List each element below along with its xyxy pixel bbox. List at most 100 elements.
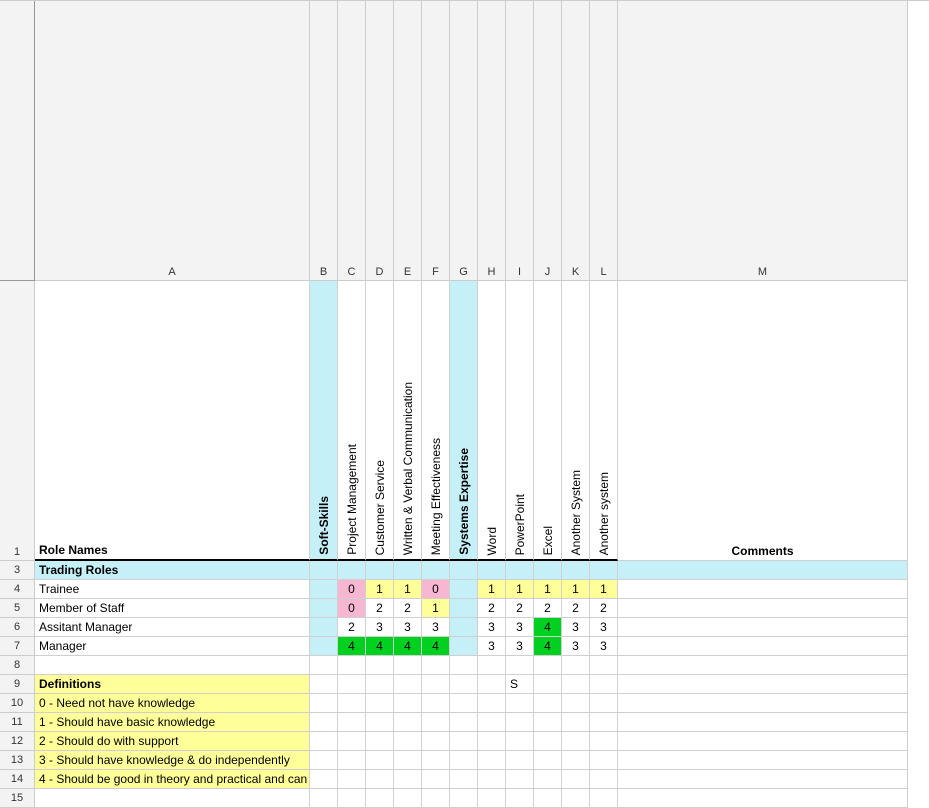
col-L[interactable]: L <box>590 1 618 281</box>
cell-A10[interactable]: 0 - Need not have knowledge <box>35 694 310 713</box>
cell-H6[interactable]: 3 <box>478 618 506 637</box>
cell-E4[interactable]: 1 <box>394 580 422 599</box>
cell-C15[interactable] <box>338 789 366 808</box>
cell-E15[interactable] <box>394 789 422 808</box>
cell-A4[interactable]: Trainee <box>35 580 310 599</box>
cell-A12[interactable]: 2 - Should do with support <box>35 732 310 751</box>
col-B[interactable]: B <box>310 1 338 281</box>
col-G[interactable]: G <box>450 1 478 281</box>
cell-L9[interactable] <box>590 675 618 694</box>
cell-B14[interactable] <box>310 770 338 789</box>
cell-H1[interactable]: Word <box>478 281 506 561</box>
cell-M12[interactable] <box>618 732 908 751</box>
cell-G10[interactable] <box>450 694 478 713</box>
cell-J11[interactable] <box>534 713 562 732</box>
cell-B9[interactable] <box>310 675 338 694</box>
cell-M1[interactable]: Comments <box>618 281 908 561</box>
row-6[interactable]: 6 <box>0 618 35 637</box>
cell-K8[interactable] <box>562 656 590 675</box>
cell-B12[interactable] <box>310 732 338 751</box>
row-3[interactable]: 3 <box>0 561 35 580</box>
cell-G5[interactable] <box>450 599 478 618</box>
cell-I9[interactable]: S <box>506 675 534 694</box>
cell-K3[interactable] <box>562 561 590 580</box>
cell-L1[interactable]: Another system <box>590 281 618 561</box>
cell-C13[interactable] <box>338 751 366 770</box>
cell-K7[interactable]: 3 <box>562 637 590 656</box>
cell-D9[interactable] <box>366 675 394 694</box>
cell-B10[interactable] <box>310 694 338 713</box>
cell-G1[interactable]: Systems Expertise <box>450 281 478 561</box>
cell-I10[interactable] <box>506 694 534 713</box>
cell-E3[interactable] <box>394 561 422 580</box>
cell-F4[interactable]: 0 <box>422 580 450 599</box>
cell-C12[interactable] <box>338 732 366 751</box>
cell-A6[interactable]: Assitant Manager <box>35 618 310 637</box>
col-K[interactable]: K <box>562 1 590 281</box>
row-1[interactable]: 1 <box>0 281 35 561</box>
row-12[interactable]: 12 <box>0 732 35 751</box>
cell-L3[interactable] <box>590 561 618 580</box>
cell-F14[interactable] <box>422 770 450 789</box>
cell-D11[interactable] <box>366 713 394 732</box>
cell-B6[interactable] <box>310 618 338 637</box>
cell-A7[interactable]: Manager <box>35 637 310 656</box>
cell-D7[interactable]: 4 <box>366 637 394 656</box>
cell-K4[interactable]: 1 <box>562 580 590 599</box>
cell-E13[interactable] <box>394 751 422 770</box>
cell-H9[interactable] <box>478 675 506 694</box>
cell-J5[interactable]: 2 <box>534 599 562 618</box>
cell-L15[interactable] <box>590 789 618 808</box>
cell-A1[interactable]: Role Names <box>35 281 310 561</box>
cell-G11[interactable] <box>450 713 478 732</box>
cell-E5[interactable]: 2 <box>394 599 422 618</box>
col-M[interactable]: M <box>618 1 908 281</box>
cell-A9[interactable]: Definitions <box>35 675 310 694</box>
cell-I15[interactable] <box>506 789 534 808</box>
cell-J12[interactable] <box>534 732 562 751</box>
cell-I8[interactable] <box>506 656 534 675</box>
cell-D12[interactable] <box>366 732 394 751</box>
cell-J15[interactable] <box>534 789 562 808</box>
spreadsheet-grid[interactable]: A B C D E F G H I J K L M 1 Role Names S… <box>0 0 929 808</box>
cell-E6[interactable]: 3 <box>394 618 422 637</box>
cell-C8[interactable] <box>338 656 366 675</box>
row-14[interactable]: 14 <box>0 770 35 789</box>
cell-B15[interactable] <box>310 789 338 808</box>
col-H[interactable]: H <box>478 1 506 281</box>
cell-J3[interactable] <box>534 561 562 580</box>
cell-K12[interactable] <box>562 732 590 751</box>
cell-D15[interactable] <box>366 789 394 808</box>
col-C[interactable]: C <box>338 1 366 281</box>
cell-F5[interactable]: 1 <box>422 599 450 618</box>
cell-G6[interactable] <box>450 618 478 637</box>
cell-H13[interactable] <box>478 751 506 770</box>
cell-D3[interactable] <box>366 561 394 580</box>
cell-M8[interactable] <box>618 656 908 675</box>
cell-J14[interactable] <box>534 770 562 789</box>
col-E[interactable]: E <box>394 1 422 281</box>
cell-A15[interactable] <box>35 789 310 808</box>
cell-K14[interactable] <box>562 770 590 789</box>
cell-M14[interactable] <box>618 770 908 789</box>
cell-M9[interactable] <box>618 675 908 694</box>
cell-E11[interactable] <box>394 713 422 732</box>
cell-J10[interactable] <box>534 694 562 713</box>
cell-F13[interactable] <box>422 751 450 770</box>
cell-F11[interactable] <box>422 713 450 732</box>
cell-F3[interactable] <box>422 561 450 580</box>
cell-M3[interactable] <box>618 561 908 580</box>
row-4[interactable]: 4 <box>0 580 35 599</box>
cell-I12[interactable] <box>506 732 534 751</box>
row-5[interactable]: 5 <box>0 599 35 618</box>
cell-F7[interactable]: 4 <box>422 637 450 656</box>
row-11[interactable]: 11 <box>0 713 35 732</box>
cell-F8[interactable] <box>422 656 450 675</box>
cell-I5[interactable]: 2 <box>506 599 534 618</box>
cell-G14[interactable] <box>450 770 478 789</box>
row-8[interactable]: 8 <box>0 656 35 675</box>
cell-I4[interactable]: 1 <box>506 580 534 599</box>
cell-E14[interactable] <box>394 770 422 789</box>
cell-D5[interactable]: 2 <box>366 599 394 618</box>
cell-L8[interactable] <box>590 656 618 675</box>
